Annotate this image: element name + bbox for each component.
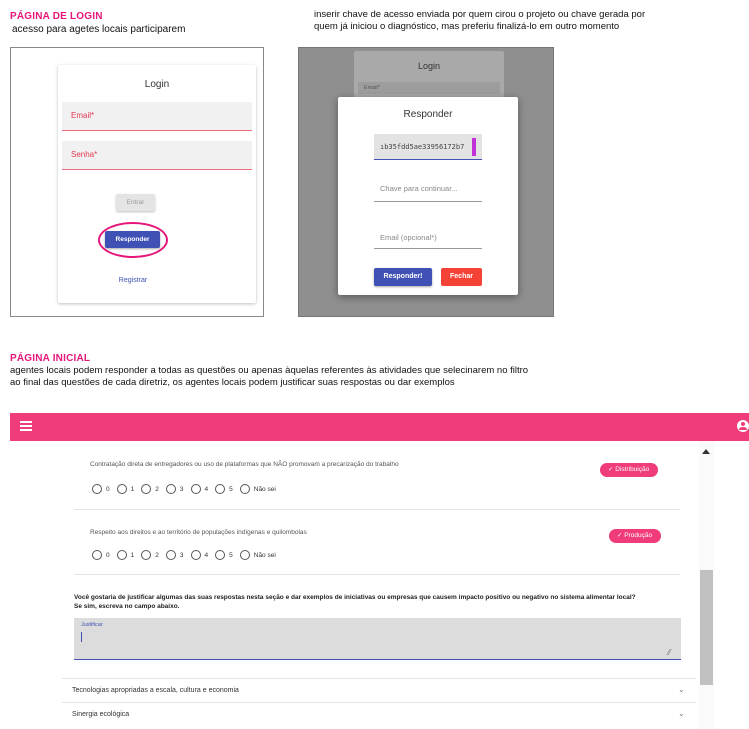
access-key-input[interactable]: ıb35fdd5ae33956172b7: [374, 134, 482, 160]
login-note-line2: quem já iniciou o diagnóstico, mas prefe…: [314, 21, 620, 32]
enter-button[interactable]: Entrar: [116, 194, 155, 211]
questionnaire-panel: Contratação direta de entregadores ou us…: [10, 441, 714, 729]
password-field[interactable]: Senha*: [62, 141, 252, 170]
question-text: Respeito aos direitos e ao território de…: [90, 529, 307, 536]
radio-0[interactable]: [92, 550, 102, 560]
activity-chip-production[interactable]: ✓ Produção: [609, 529, 662, 543]
text-cursor: [81, 632, 82, 642]
home-section-line2: ao final das questões de cada diretriz, …: [10, 377, 455, 388]
respond-button[interactable]: Responder: [105, 231, 160, 248]
radio-3[interactable]: [165, 550, 176, 560]
radio-1[interactable]: [116, 484, 127, 494]
account-circle-icon[interactable]: [737, 420, 749, 432]
rating-group: 0 1 2 3 4 5 Não sei: [92, 550, 283, 560]
home-section-heading: PÁGINA INICIAL: [10, 353, 91, 364]
modal-close-button[interactable]: Fechar: [441, 268, 482, 286]
modal-title: Responder: [403, 109, 453, 120]
justify-question: Você gostaria de justificar algumas das …: [74, 594, 636, 610]
access-key-value: ıb35fdd5ae33956172b7: [380, 143, 465, 151]
text-cursor-marker: [472, 138, 476, 156]
chevron-down-icon: ⌄: [678, 709, 685, 718]
continue-key-input[interactable]: Chave para continuar...: [374, 175, 482, 202]
modal-respond-button[interactable]: Responder!: [374, 268, 432, 286]
login-card: Login Email* Senha* Entrar Responder Reg…: [58, 65, 256, 303]
activity-chip-distribution[interactable]: ✓ Distribuição: [600, 463, 659, 477]
email-field-label: Email*: [71, 111, 95, 120]
login-title: Login: [144, 79, 170, 90]
scroll-up-arrow-icon[interactable]: [702, 449, 710, 454]
password-field-label: Senha*: [71, 150, 98, 159]
login-note-line1: inserir chave de acesso enviada por quem…: [314, 9, 646, 20]
justify-label: Justificar: [81, 622, 103, 628]
chip-label: Distribuição: [615, 466, 650, 473]
radio-4[interactable]: [190, 484, 201, 494]
chevron-down-icon: ⌄: [678, 685, 685, 694]
continue-key-placeholder: Chave para continuar...: [380, 184, 458, 193]
optional-email-placeholder: Email (opcional*): [380, 233, 437, 242]
register-link[interactable]: Registrar: [58, 277, 208, 284]
optional-email-input[interactable]: Email (opcional*): [374, 222, 482, 249]
radio-2[interactable]: [141, 550, 152, 560]
accordion-title: Tecnologias apropriadas a escala, cultur…: [72, 687, 239, 694]
accordion-panel-technologies[interactable]: Tecnologias apropriadas a escala, cultur…: [62, 678, 696, 702]
hamburger-icon[interactable]: [20, 421, 32, 431]
rating-group: 0 1 2 3 4 5 Não sei: [92, 484, 283, 494]
email-field[interactable]: Email*: [62, 102, 252, 131]
radio-4[interactable]: [190, 550, 201, 560]
question-text: Contratação direta de entregadores ou us…: [90, 461, 399, 468]
radio-3[interactable]: [165, 484, 176, 494]
justify-textarea[interactable]: Justificar ⁄⁄: [74, 618, 681, 660]
background-email-field: Email*: [358, 82, 500, 94]
background-login-title: Login: [417, 61, 441, 71]
radio-5[interactable]: [215, 484, 226, 494]
radio-2[interactable]: [141, 484, 152, 494]
radio-5[interactable]: [215, 550, 226, 560]
radio-0[interactable]: [92, 484, 102, 494]
resize-handle-icon[interactable]: ⁄⁄: [668, 648, 671, 657]
radio-nao-sei[interactable]: [239, 550, 250, 560]
radio-nao-sei[interactable]: [239, 484, 250, 494]
accordion-title: Sinergia ecológica: [72, 711, 130, 718]
radio-1[interactable]: [116, 550, 127, 560]
accordion-panel-synergy[interactable]: Sinergia ecológica ⌄: [62, 702, 696, 726]
chip-label: Produção: [624, 532, 653, 539]
app-toolbar: [10, 413, 749, 441]
question-divider: [74, 574, 680, 575]
home-section-line1: agentes locais podem responder a todas a…: [10, 365, 529, 376]
login-section-subtitle: acesso para agetes locais participarem: [12, 24, 186, 35]
question-divider: [74, 509, 680, 510]
background-email-label: Email*: [364, 85, 380, 91]
login-section-heading: PÁGINA DE LOGIN: [10, 11, 103, 22]
respond-modal: Responder ıb35fdd5ae33956172b7 Chave par…: [338, 97, 518, 295]
scrollbar-thumb[interactable]: [700, 570, 713, 685]
